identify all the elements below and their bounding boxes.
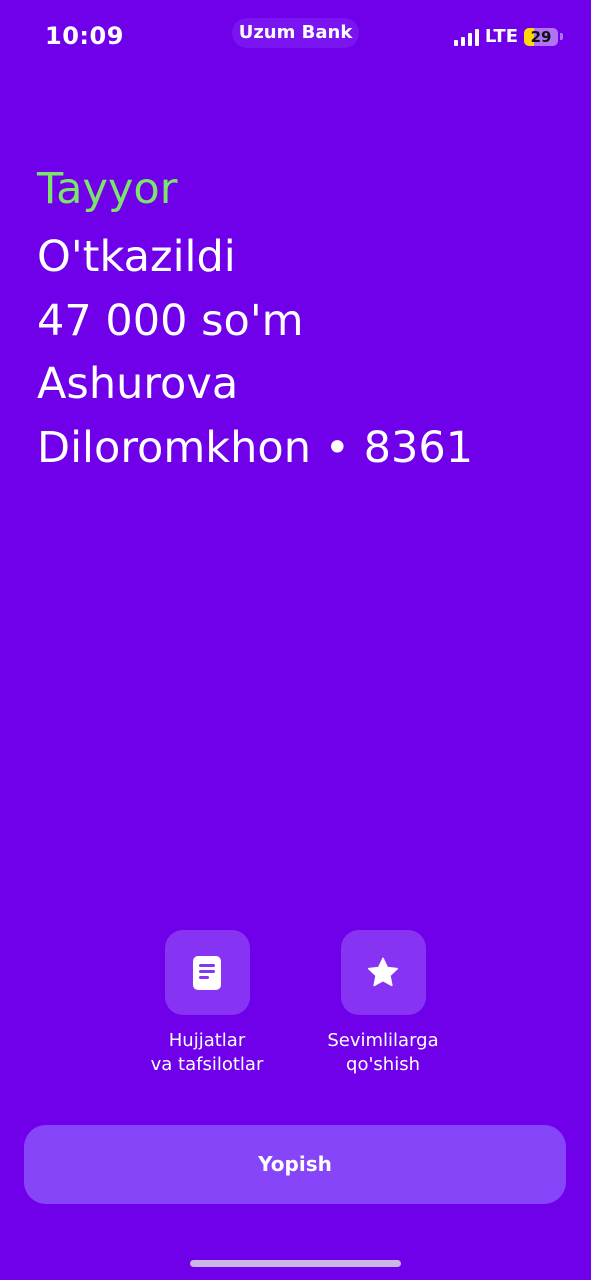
documents-details-action[interactable]: Hujjatlar va tafsilotlar bbox=[107, 930, 307, 1077]
documents-label-line1: Hujjatlar bbox=[168, 1030, 246, 1051]
home-indicator[interactable] bbox=[190, 1260, 401, 1267]
app-name-pill[interactable]: Uzum Bank bbox=[232, 18, 359, 48]
transfer-amount: 47 000 so'm bbox=[37, 295, 304, 346]
add-to-favorites-action[interactable]: Sevimlilarga qo'shish bbox=[283, 930, 483, 1077]
close-button[interactable]: Yopish bbox=[24, 1125, 566, 1204]
status-bar: 10:09 Uzum Bank LTE 29 bbox=[0, 0, 591, 70]
status-indicators: LTE 29 bbox=[453, 26, 563, 47]
documents-label: Hujjatlar va tafsilotlar bbox=[107, 1029, 307, 1077]
battery-icon: 29 bbox=[524, 27, 558, 46]
transfer-state-text: O'tkazildi bbox=[37, 232, 236, 282]
status-time: 10:09 bbox=[45, 22, 124, 50]
favorites-label-line1: Sevimlilarga bbox=[327, 1030, 439, 1051]
network-type: LTE bbox=[484, 26, 518, 47]
transfer-status-title: Tayyor bbox=[37, 164, 178, 214]
documents-tile[interactable] bbox=[164, 930, 250, 1015]
favorites-label-line2: qo'shish bbox=[346, 1054, 420, 1075]
documents-label-line2: va tafsilotlar bbox=[150, 1054, 264, 1075]
action-buttons: Hujjatlar va tafsilotlar Sevimlilarga qo… bbox=[0, 930, 591, 1090]
document-icon bbox=[193, 955, 221, 990]
star-icon bbox=[368, 957, 398, 986]
battery-tip bbox=[560, 33, 563, 40]
recipient-name-card: Diloromkhon • 8361 bbox=[37, 422, 474, 473]
battery-level: 29 bbox=[530, 27, 552, 46]
favorites-label: Sevimlilarga qo'shish bbox=[283, 1029, 483, 1077]
recipient-surname: Ashurova bbox=[37, 359, 239, 409]
favorites-tile[interactable] bbox=[340, 930, 426, 1015]
transfer-details: O'tkazildi 47 000 so'm Ashurova Diloromk… bbox=[37, 226, 577, 480]
signal-strength-icon bbox=[453, 28, 479, 46]
